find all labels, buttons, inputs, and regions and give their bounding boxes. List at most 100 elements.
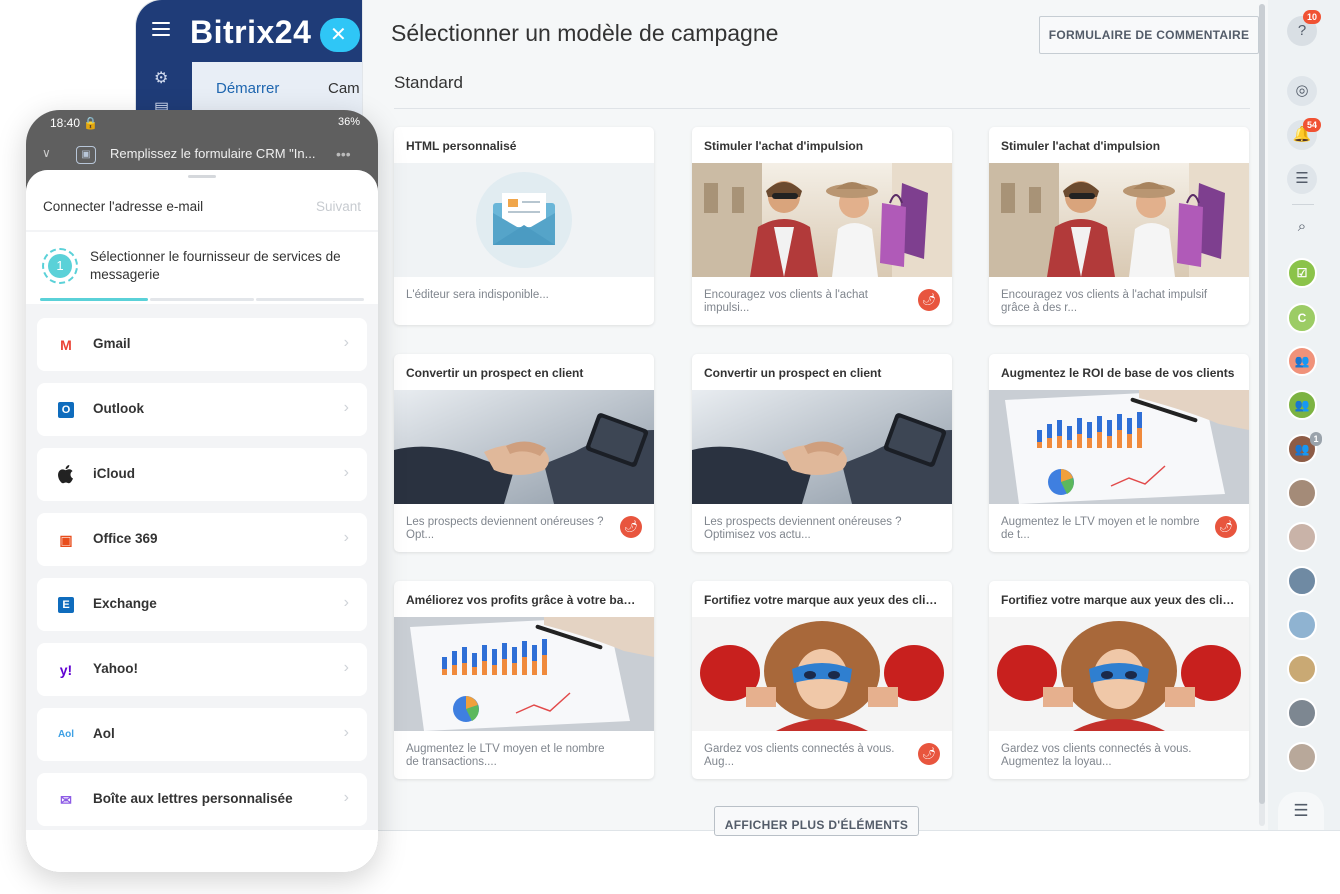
template-card[interactable]: HTML personnalisé L'éditeur sera indispon… <box>394 127 654 325</box>
phone-bottom <box>26 830 378 872</box>
provider-label: iCloud <box>93 466 135 481</box>
card-description: Encouragez vos clients à l'achat impulsi… <box>1001 289 1208 314</box>
user-avatar-2[interactable] <box>1287 522 1317 552</box>
provider-label: Outlook <box>93 401 144 416</box>
network-icon[interactable]: ⚙ <box>154 68 172 87</box>
apple-icon <box>55 464 77 486</box>
scrollbar-thumb[interactable] <box>1259 4 1265 804</box>
user-avatar-6[interactable] <box>1287 698 1317 728</box>
progress-step-2 <box>150 298 254 301</box>
chevron-right-icon: › <box>343 399 349 416</box>
section-title: Standard <box>394 73 463 92</box>
user-avatar-3[interactable] <box>1287 566 1317 596</box>
email-connect-sheet: Connecter l'adresse e-mail Suivant 1 Sél… <box>26 170 378 872</box>
chat-icon[interactable]: ☰ <box>1287 164 1317 194</box>
sheet-title: Connecter l'adresse e-mail <box>43 199 204 214</box>
notification-badge: 54 <box>1303 118 1321 132</box>
card-title: HTML personnalisé <box>406 139 517 153</box>
phone-mockup: 18:40 🔒 36% ∨ ▣ Remplissez le formulaire… <box>26 110 378 872</box>
group-avatar-1[interactable]: 👥 <box>1287 346 1317 376</box>
template-card[interactable]: Stimuler l'achat d'impulsion Encouragez v… <box>989 127 1249 325</box>
template-card[interactable]: Convertir un prospect en client Les prosp… <box>692 354 952 552</box>
provider-label: Gmail <box>93 336 131 351</box>
aol-icon: Aol <box>57 729 75 740</box>
hot-pepper-icon: 🌶 <box>918 289 940 311</box>
hot-pepper-icon: 🌶 <box>1215 516 1237 538</box>
sync-icon[interactable]: ◎ <box>1287 76 1317 106</box>
group-avatar-2[interactable]: 👥 <box>1287 390 1317 420</box>
provider-exchange[interactable]: E Exchange › <box>37 578 367 631</box>
crm-icon: ▣ <box>76 146 96 164</box>
provider-bo-te-aux-lettres-personnalis-e[interactable]: ✉ Boîte aux lettres personnalisée › <box>37 773 367 826</box>
office-icon: ▣ <box>59 532 73 548</box>
tasks-avatar[interactable]: ☑ <box>1287 258 1317 288</box>
template-card[interactable]: Convertir un prospect en client Les prosp… <box>394 354 654 552</box>
contact-avatar[interactable]: C <box>1287 303 1317 333</box>
tab-start[interactable]: Démarrer <box>216 80 279 97</box>
user-avatar-5[interactable] <box>1287 654 1317 684</box>
template-card[interactable]: Améliorez vos profits grâce à votre base… <box>394 581 654 779</box>
provider-gmail[interactable]: M Gmail › <box>37 318 367 371</box>
more-icon[interactable]: ••• <box>336 146 351 162</box>
card-title: Stimuler l'achat d'impulsion <box>704 139 864 153</box>
section-divider <box>394 108 1250 109</box>
menu-icon[interactable] <box>152 22 170 36</box>
feedback-button[interactable]: FORMULAIRE DE COMMENTAIRE <box>1039 16 1259 54</box>
screen: Bitrix24 ✕ ⚙ ▤ Démarrer Cam Sélectionner… <box>0 0 1340 894</box>
notification-text[interactable]: Remplissez le formulaire CRM "In... <box>110 146 340 161</box>
next-button[interactable]: Suivant <box>316 199 361 214</box>
close-button[interactable]: ✕ <box>320 18 360 52</box>
card-title: Fortifiez votre marque aux yeux des clie… <box>704 593 940 607</box>
card-description: Augmentez le LTV moyen et le nombre de t… <box>1001 516 1200 541</box>
outlook-icon: O <box>58 402 74 418</box>
step-number: 1 <box>42 248 78 284</box>
provider-icloud[interactable]: iCloud › <box>37 448 367 501</box>
page-title: Sélectionner un modèle de campagne <box>391 20 779 46</box>
chevron-right-icon: › <box>343 464 349 481</box>
provider-aol[interactable]: Aol Aol › <box>37 708 367 761</box>
chevron-down-icon[interactable]: ∨ <box>42 146 51 160</box>
exchange-icon: E <box>58 597 74 613</box>
superhero-kid-image <box>692 617 952 731</box>
sidebar-divider <box>1292 204 1314 205</box>
shopping-couple-image <box>692 163 952 277</box>
provider-label: Aol <box>93 726 115 741</box>
status-bar: 18:40 🔒 36% <box>50 116 360 130</box>
right-sidebar: ? 10 ◎ 🔔 54 ☰ ⌕ ☑ C 👥 👥 👥 1 ☰ <box>1270 0 1340 830</box>
bitrix-header: Bitrix24 ✕ <box>136 0 376 62</box>
template-card[interactable]: Fortifiez votre marque aux yeux des clie… <box>989 581 1249 779</box>
drag-handle[interactable] <box>188 175 216 178</box>
step-indicator: 1 Sélectionner le fournisseur de service… <box>26 232 378 304</box>
template-card[interactable]: Augmentez le ROI de base de vos clients A… <box>989 354 1249 552</box>
bar-chart-paper-image <box>394 617 654 731</box>
user-avatar-4[interactable] <box>1287 610 1317 640</box>
hot-pepper-icon: 🌶 <box>620 516 642 538</box>
card-description: Augmentez le LTV moyen et le nombre de t… <box>406 743 605 768</box>
provider-office-369[interactable]: ▣ Office 369 › <box>37 513 367 566</box>
user-avatar-1[interactable] <box>1287 478 1317 508</box>
chevron-right-icon: › <box>343 594 349 611</box>
bar-chart-paper-image <box>989 390 1249 504</box>
card-description: Les prospects deviennent onéreuses ? Opt… <box>406 516 604 541</box>
provider-yahoo[interactable]: y! Yahoo! › <box>37 643 367 696</box>
chevron-right-icon: › <box>343 334 349 351</box>
provider-label: Yahoo! <box>93 661 139 676</box>
card-title: Fortifiez votre marque aux yeux des clie… <box>1001 593 1237 607</box>
show-more-button[interactable]: AFFICHER PLUS D'ÉLÉMENTS <box>714 806 919 836</box>
tab-campaign[interactable]: Cam <box>328 80 360 97</box>
list-icon[interactable]: ☰ <box>1278 792 1324 830</box>
yahoo-icon: y! <box>59 662 73 678</box>
user-avatar-7[interactable] <box>1287 742 1317 772</box>
provider-outlook[interactable]: O Outlook › <box>37 383 367 436</box>
envelope-image <box>394 163 654 277</box>
search-icon[interactable]: ⌕ <box>1287 212 1317 242</box>
template-card[interactable]: Stimuler l'achat d'impulsion Encouragez v… <box>692 127 952 325</box>
lock-icon: 🔒 <box>83 116 99 130</box>
chevron-right-icon: › <box>343 659 349 676</box>
sheet-header: Connecter l'adresse e-mail Suivant <box>26 170 378 230</box>
mail-icon: ✉ <box>60 792 72 808</box>
campaign-template-panel: Sélectionner un modèle de campagne FORMU… <box>362 0 1268 836</box>
card-title: Convertir un prospect en client <box>406 366 584 380</box>
progress-step-3 <box>256 298 364 301</box>
template-card[interactable]: Fortifiez votre marque aux yeux des clie… <box>692 581 952 779</box>
